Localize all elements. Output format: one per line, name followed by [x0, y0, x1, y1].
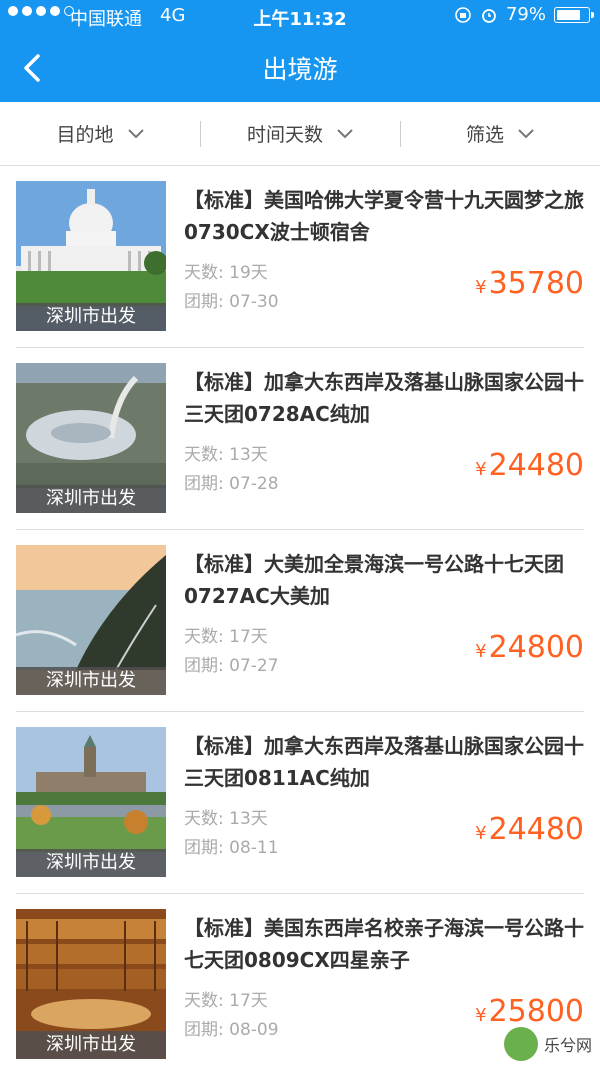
- tour-list-item[interactable]: 深圳市出发 【标准】加拿大东西岸及落基山脉国家公园十三天团0728AC纯加 天数…: [0, 348, 600, 530]
- nav-bar: 出境游: [0, 36, 600, 102]
- tour-list-item[interactable]: 深圳市出发 【标准】加拿大东西岸及落基山脉国家公园十三天团0811AC纯加 天数…: [0, 712, 600, 894]
- app-header: 中国联通 4G 上午11:32 79% 出境游: [0, 0, 600, 102]
- tour-list-item[interactable]: 深圳市出发 【标准】大美加全景海滨一号公路十七天团0727AC大美加 天数: 1…: [0, 530, 600, 712]
- tour-date: 团期: 08-11: [184, 833, 279, 858]
- alarm-icon: [480, 6, 498, 24]
- tour-name: 【标准】加拿大东西岸及落基山脉国家公园十三天团0728AC纯加: [184, 366, 584, 430]
- filter-bar: 目的地 时间天数 筛选: [0, 102, 600, 166]
- watermark: 乐兮网: [504, 1027, 592, 1061]
- tour-date: 团期: 07-30: [184, 287, 279, 312]
- tour-image: 深圳市出发: [16, 545, 166, 695]
- tour-price: ¥24480: [475, 448, 584, 483]
- tour-name: 【标准】美国哈佛大学夏令营十九天圆梦之旅0730CX波士顿宿舍: [184, 184, 584, 248]
- tour-price: ¥35780: [475, 266, 584, 301]
- tour-price: ¥24480: [475, 812, 584, 847]
- departure-label: 深圳市出发: [16, 485, 166, 513]
- tour-days: 天数: 19天: [184, 258, 268, 283]
- tour-name: 【标准】大美加全景海滨一号公路十七天团0727AC大美加: [184, 548, 584, 612]
- watermark-logo-icon: [504, 1027, 538, 1061]
- watermark-text: 乐兮网: [544, 1032, 592, 1056]
- tour-image: 深圳市出发: [16, 727, 166, 877]
- departure-label: 深圳市出发: [16, 849, 166, 877]
- tour-image: 深圳市出发: [16, 181, 166, 331]
- tour-days: 天数: 13天: [184, 804, 268, 829]
- rotation-lock-icon: [454, 6, 472, 24]
- departure-label: 深圳市出发: [16, 1031, 166, 1059]
- tour-name: 【标准】美国东西岸名校亲子海滨一号公路十七天团0809CX四星亲子: [184, 912, 584, 976]
- battery-percent: 79%: [506, 4, 546, 25]
- tour-days: 天数: 17天: [184, 622, 268, 647]
- page-title: 出境游: [0, 50, 600, 86]
- tour-name: 【标准】加拿大东西岸及落基山脉国家公园十三天团0811AC纯加: [184, 730, 584, 794]
- tour-list-item[interactable]: 深圳市出发 【标准】美国哈佛大学夏令营十九天圆梦之旅0730CX波士顿宿舍 天数…: [0, 166, 600, 348]
- tour-image: 深圳市出发: [16, 363, 166, 513]
- battery-icon: [554, 7, 590, 23]
- tour-price: ¥24800: [475, 630, 584, 665]
- tour-date: 团期: 07-28: [184, 469, 279, 494]
- chevron-down-icon: [518, 129, 534, 139]
- filter-more[interactable]: 筛选: [400, 102, 600, 165]
- tour-date: 团期: 07-27: [184, 651, 279, 676]
- chevron-down-icon: [128, 129, 144, 139]
- filter-destination[interactable]: 目的地: [0, 102, 200, 165]
- tour-date: 团期: 08-09: [184, 1015, 279, 1040]
- chevron-down-icon: [337, 129, 353, 139]
- departure-label: 深圳市出发: [16, 303, 166, 331]
- tour-days: 天数: 13天: [184, 440, 268, 465]
- filter-label: 目的地: [56, 120, 113, 147]
- status-bar: 中国联通 4G 上午11:32 79%: [0, 0, 600, 36]
- tour-image: 深圳市出发: [16, 909, 166, 1059]
- filter-label: 时间天数: [247, 120, 323, 147]
- departure-label: 深圳市出发: [16, 667, 166, 695]
- tour-days: 天数: 17天: [184, 986, 268, 1011]
- tour-price: ¥25800: [475, 994, 584, 1029]
- filter-label: 筛选: [466, 120, 504, 147]
- filter-duration[interactable]: 时间天数: [200, 102, 400, 165]
- tour-list: 深圳市出发 【标准】美国哈佛大学夏令营十九天圆梦之旅0730CX波士顿宿舍 天数…: [0, 166, 600, 1076]
